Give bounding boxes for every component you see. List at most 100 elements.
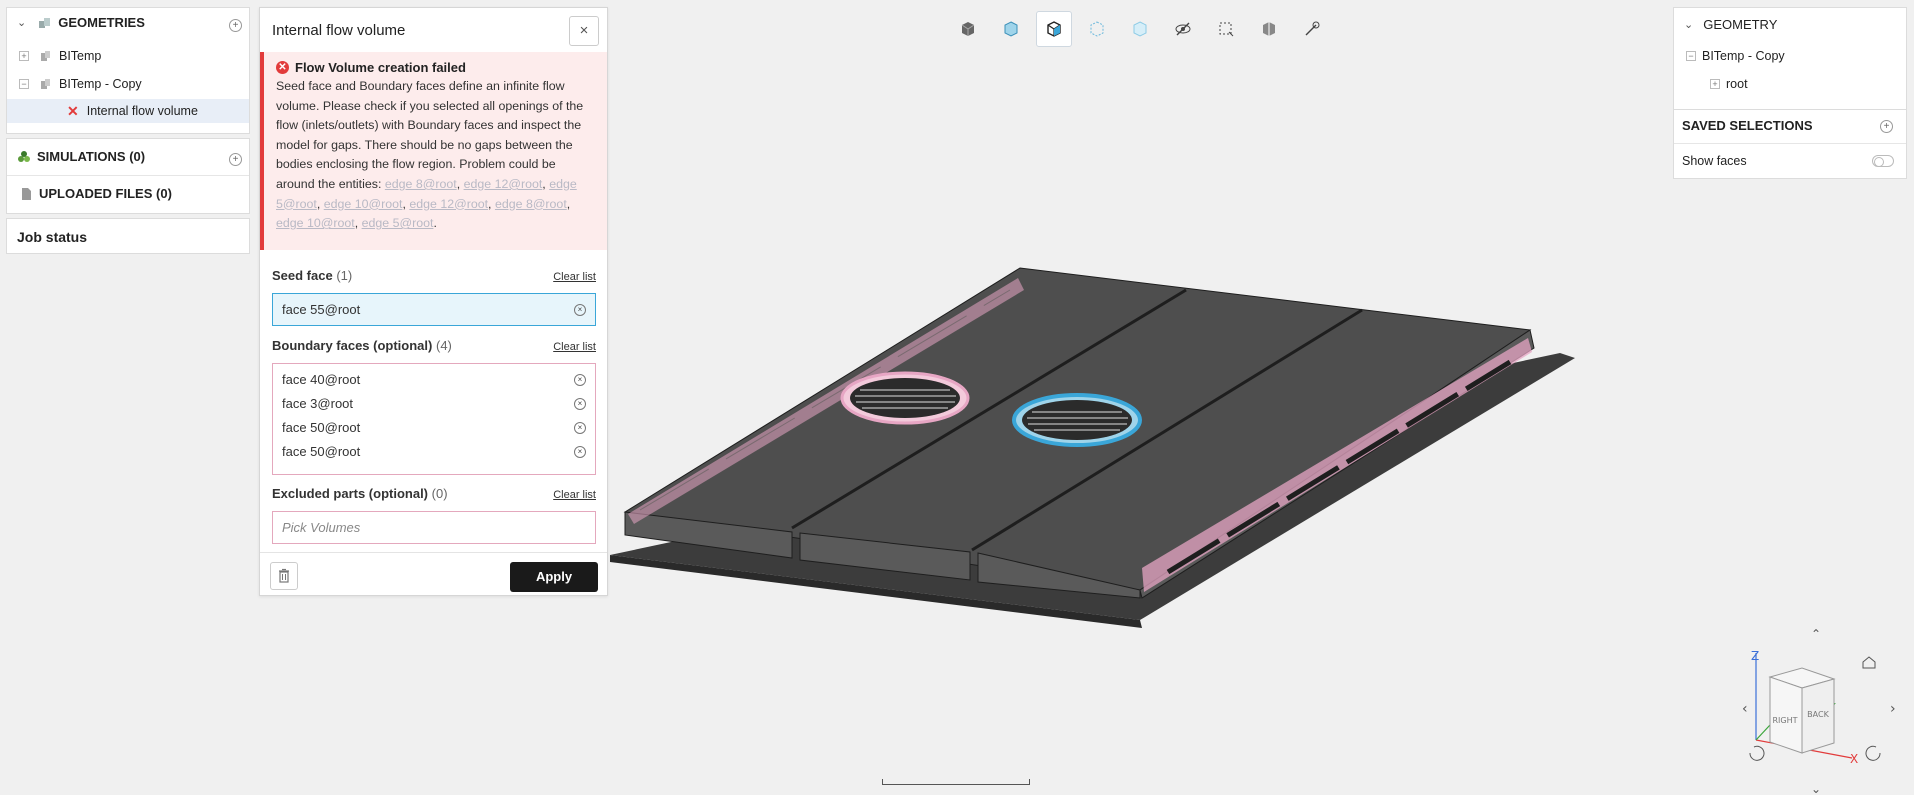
add-simulation-button[interactable]: + (229, 153, 242, 166)
simulations-header[interactable]: SIMULATIONS (0) (17, 149, 145, 164)
edge-link[interactable]: edge 8@root (385, 177, 457, 191)
seed-face-item[interactable]: face 55@root × (273, 298, 595, 322)
part-icon (41, 79, 50, 89)
remove-item-icon[interactable]: × (574, 374, 586, 386)
scale-bar (882, 779, 1030, 785)
box-select-button[interactable] (1208, 11, 1244, 47)
error-message: Seed face and Boundary faces define an i… (276, 79, 584, 231)
rotate-ccw-icon[interactable] (1749, 745, 1765, 761)
boundary-faces-field[interactable]: face 40@root × face 3@root × face 50@roo… (272, 363, 596, 475)
add-selection-button[interactable]: + (1880, 120, 1893, 133)
part-icon (41, 51, 50, 61)
rotate-cw-icon[interactable] (1865, 745, 1881, 761)
job-status-section[interactable]: Job status (6, 218, 250, 254)
geometry-label: GEOMETRY (1703, 17, 1778, 32)
collapse-toggle[interactable]: − (19, 79, 29, 89)
close-button[interactable]: × (569, 16, 599, 46)
divider (1674, 109, 1906, 110)
delete-button[interactable] (270, 562, 298, 590)
excluded-parts-count: (0) (431, 486, 448, 501)
divider (7, 175, 249, 176)
hide-button[interactable] (1165, 11, 1201, 47)
collapse-toggle[interactable]: − (1686, 51, 1696, 61)
tree-item-bitemp-copy[interactable]: − BITemp - Copy (19, 77, 142, 91)
uploaded-files-header[interactable]: UPLOADED FILES (0) (19, 186, 172, 201)
geometries-header[interactable]: ⌄ GEOMETRIES (17, 15, 145, 30)
geometry-icon (39, 17, 51, 28)
view-transparent-button[interactable] (1122, 11, 1158, 47)
uploaded-files-label: UPLOADED FILES (0) (39, 186, 172, 201)
dialog-title: Internal flow volume (272, 22, 406, 39)
error-message-text: Seed face and Boundary faces define an i… (276, 79, 584, 191)
section-view-button[interactable] (1251, 11, 1287, 47)
view-edges-button[interactable] (1036, 11, 1072, 47)
view-shaded-edges-button[interactable] (993, 11, 1029, 47)
rotate-down-icon[interactable]: ⌄ (1811, 782, 1821, 795)
navigation-cube[interactable]: ⌃ ⌄ ‹ › Z X Y RIGHT BACK (1730, 625, 1905, 795)
edge-link[interactable]: edge 5@root (362, 216, 434, 230)
excluded-parts-placeholder: Pick Volumes (282, 520, 361, 535)
root-item[interactable]: + root (1710, 77, 1748, 91)
geometries-section: ⌄ GEOMETRIES + + BITemp − BITemp - Copy … (6, 7, 250, 134)
job-status-label: Job status (17, 229, 88, 245)
tree-item-label: Internal flow volume (86, 104, 198, 118)
geometry-header[interactable]: ⌄ GEOMETRY (1684, 17, 1777, 32)
seed-face-label-text: Seed face (272, 268, 333, 283)
boundary-face-item[interactable]: face 3@root × (273, 392, 595, 416)
edge-link[interactable]: edge 10@root (324, 197, 403, 211)
edge-link[interactable]: edge 12@root (409, 197, 488, 211)
home-icon[interactable] (1862, 656, 1876, 669)
tree-item-bitemp[interactable]: + BITemp (19, 49, 101, 63)
remove-item-icon[interactable]: × (574, 398, 586, 410)
seed-face-item-label: face 55@root (282, 302, 361, 317)
tree-item-label: BITemp - Copy (59, 77, 142, 91)
chevron-down-icon[interactable]: ⌄ (1684, 18, 1693, 31)
3d-model-viewport[interactable] (600, 250, 1600, 640)
boundary-faces-count: (4) (435, 338, 452, 353)
edge-link[interactable]: edge 8@root (495, 197, 567, 211)
cube-edges-icon (1047, 21, 1061, 37)
chevron-down-icon[interactable]: ⌄ (17, 16, 26, 29)
boundary-face-item[interactable]: face 40@root × (273, 368, 595, 392)
seed-face-field[interactable]: face 55@root × (272, 293, 596, 326)
view-wireframe-button[interactable] (1079, 11, 1115, 47)
boundary-face-item[interactable]: face 50@root × (273, 440, 595, 464)
remove-item-icon[interactable]: × (574, 304, 586, 316)
remove-item-icon[interactable]: × (574, 422, 586, 434)
remove-item-icon[interactable]: × (574, 446, 586, 458)
boundary-face-item-label: face 50@root (282, 420, 361, 435)
tree-item-internal-flow-volume[interactable]: ✕ Internal flow volume (7, 99, 249, 123)
saved-selections-label: SAVED SELECTIONS (1682, 118, 1813, 133)
cube-side-label: BACK (1807, 710, 1829, 719)
view-solid-button[interactable] (950, 11, 986, 47)
seed-face-clear-list[interactable]: Clear list (553, 271, 596, 283)
excluded-parts-field[interactable]: Pick Volumes (272, 511, 596, 544)
rotate-left-icon[interactable]: ‹ (1742, 701, 1748, 717)
x-axis-label: X (1850, 752, 1858, 766)
seed-face-label: Seed face (1) (272, 268, 352, 283)
boundary-face-item-label: face 40@root (282, 372, 361, 387)
geometry-model-item[interactable]: − BITemp - Copy (1686, 49, 1785, 63)
edge-link[interactable]: edge 12@root (464, 177, 543, 191)
simulations-label: SIMULATIONS (0) (37, 149, 146, 164)
model-name: BITemp - Copy (1702, 49, 1785, 63)
boundary-faces-clear-list[interactable]: Clear list (553, 341, 596, 353)
excluded-parts-clear-list[interactable]: Clear list (553, 489, 596, 501)
viewport-toolbar (950, 11, 1330, 49)
apply-button[interactable]: Apply (510, 562, 598, 592)
show-faces-toggle[interactable] (1872, 155, 1894, 167)
rotate-right-icon[interactable]: › (1890, 701, 1896, 717)
right-panel: ⌄ GEOMETRY − BITemp - Copy + root SAVED … (1673, 7, 1907, 179)
boundary-face-item[interactable]: face 50@root × (273, 416, 595, 440)
edge-link[interactable]: edge 10@root (276, 216, 355, 230)
add-geometry-button[interactable]: + (229, 19, 242, 32)
rotate-up-icon[interactable]: ⌃ (1811, 627, 1821, 641)
expand-toggle[interactable]: + (19, 51, 29, 61)
left-panel: ⌄ GEOMETRIES + + BITemp − BITemp - Copy … (6, 7, 250, 254)
measure-button[interactable] (1294, 11, 1330, 47)
root-label: root (1726, 77, 1748, 91)
expand-toggle[interactable]: + (1710, 79, 1720, 89)
cube-wireframe-icon (1090, 21, 1104, 37)
measure-icon (1305, 21, 1320, 36)
simulations-icon (18, 150, 30, 162)
